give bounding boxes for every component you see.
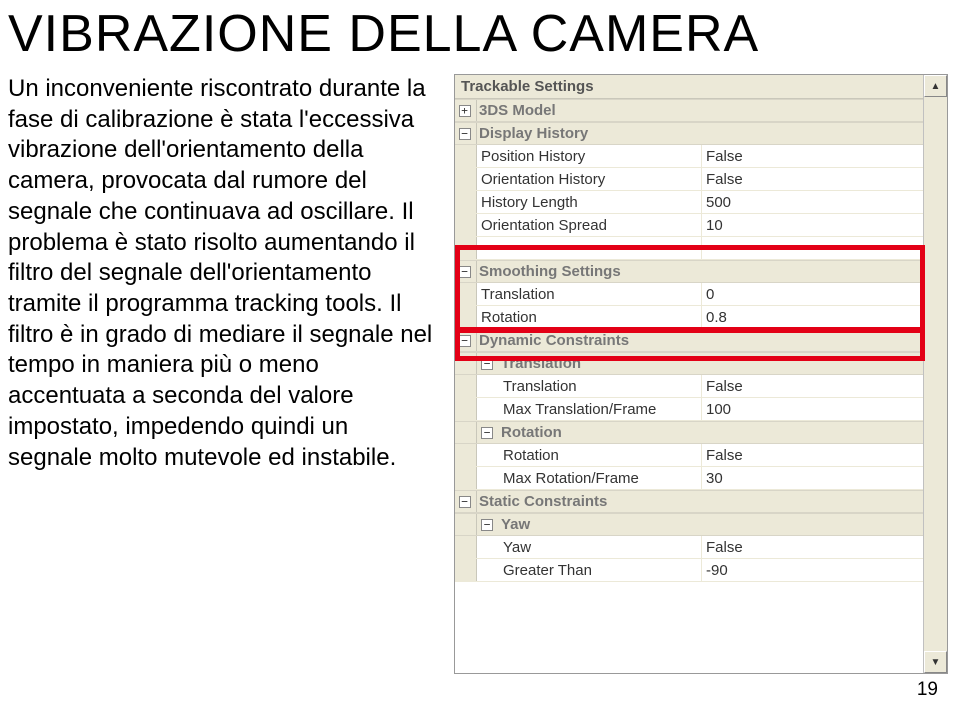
prop-greater-than[interactable]: Greater Than -90 <box>455 559 923 582</box>
category-3ds-model[interactable]: + 3DS Model <box>455 99 923 122</box>
prop-name: Orientation History <box>477 168 702 190</box>
prop-value[interactable]: -90 <box>702 559 923 581</box>
category-rotation[interactable]: − Rotation <box>455 421 923 444</box>
prop-max-rotation-frame[interactable]: Max Rotation/Frame 30 <box>455 467 923 490</box>
category-yaw[interactable]: − Yaw <box>455 513 923 536</box>
prop-name <box>477 237 702 259</box>
prop-value[interactable]: False <box>702 145 923 167</box>
prop-value[interactable]: 0.8 <box>702 306 923 328</box>
prop-name: Max Rotation/Frame <box>477 467 702 489</box>
scroll-down-icon[interactable]: ▼ <box>924 651 947 673</box>
prop-value <box>702 237 923 259</box>
property-grid: Trackable Settings + 3DS Model − Display… <box>454 74 948 674</box>
category-label: Dynamic Constraints <box>477 330 923 351</box>
category-display-history[interactable]: − Display History <box>455 122 923 145</box>
collapse-icon[interactable]: − <box>455 491 477 512</box>
prop-max-translation-frame[interactable]: Max Translation/Frame 100 <box>455 398 923 421</box>
prop-name: Greater Than <box>477 559 702 581</box>
page-number: 19 <box>917 679 938 701</box>
collapse-icon[interactable]: − <box>455 330 477 351</box>
prop-name: History Length <box>477 191 702 213</box>
page-title: VIBRAZIONE DELLA CAMERA <box>0 0 960 74</box>
grid-scroll-area: Trackable Settings + 3DS Model − Display… <box>455 75 923 673</box>
category-label: Yaw <box>499 514 923 535</box>
prop-history-length[interactable]: History Length 500 <box>455 191 923 214</box>
content-area: Un inconveniente riscontrato durante la … <box>0 74 960 674</box>
category-label: Static Constraints <box>477 491 923 512</box>
prop-value[interactable]: False <box>702 168 923 190</box>
prop-name: Position History <box>477 145 702 167</box>
prop-value[interactable]: False <box>702 536 923 558</box>
prop-name: Translation <box>477 375 702 397</box>
scroll-track[interactable] <box>924 97 947 651</box>
prop-value[interactable]: False <box>702 375 923 397</box>
prop-value[interactable]: 500 <box>702 191 923 213</box>
prop-yaw-flag[interactable]: Yaw False <box>455 536 923 559</box>
prop-blank <box>455 237 923 260</box>
collapse-icon[interactable]: − <box>455 123 477 144</box>
prop-value[interactable]: False <box>702 444 923 466</box>
property-panel: Trackable Settings + 3DS Model − Display… <box>448 74 948 674</box>
body-text: Un inconveniente riscontrato durante la … <box>8 74 448 674</box>
category-translation[interactable]: − Translation <box>455 352 923 375</box>
prop-value[interactable]: 30 <box>702 467 923 489</box>
collapse-icon[interactable]: − <box>477 422 499 443</box>
category-label: Display History <box>477 123 923 144</box>
grid-header: Trackable Settings <box>455 75 923 99</box>
prop-name: Rotation <box>477 444 702 466</box>
collapse-icon[interactable]: − <box>477 353 499 374</box>
prop-translation-flag[interactable]: Translation False <box>455 375 923 398</box>
scroll-up-icon[interactable]: ▲ <box>924 75 947 97</box>
prop-name: Translation <box>477 283 702 305</box>
category-smoothing-settings[interactable]: − Smoothing Settings <box>455 260 923 283</box>
category-label: Rotation <box>499 422 923 443</box>
category-label: Translation <box>499 353 923 374</box>
prop-value[interactable]: 100 <box>702 398 923 420</box>
prop-orientation-spread[interactable]: Orientation Spread 10 <box>455 214 923 237</box>
category-static-constraints[interactable]: − Static Constraints <box>455 490 923 513</box>
collapse-icon[interactable]: − <box>477 514 499 535</box>
prop-orientation-history[interactable]: Orientation History False <box>455 168 923 191</box>
prop-translation-smoothing[interactable]: Translation 0 <box>455 283 923 306</box>
prop-rotation-flag[interactable]: Rotation False <box>455 444 923 467</box>
prop-name: Rotation <box>477 306 702 328</box>
collapse-icon[interactable]: − <box>455 261 477 282</box>
vertical-scrollbar[interactable]: ▲ ▼ <box>923 75 947 673</box>
prop-value[interactable]: 0 <box>702 283 923 305</box>
prop-position-history[interactable]: Position History False <box>455 145 923 168</box>
category-label: 3DS Model <box>477 100 923 121</box>
category-label: Smoothing Settings <box>477 261 923 282</box>
prop-name: Orientation Spread <box>477 214 702 236</box>
expand-icon[interactable]: + <box>455 100 477 121</box>
prop-rotation-smoothing[interactable]: Rotation 0.8 <box>455 306 923 329</box>
category-dynamic-constraints[interactable]: − Dynamic Constraints <box>455 329 923 352</box>
prop-name: Yaw <box>477 536 702 558</box>
prop-value[interactable]: 10 <box>702 214 923 236</box>
prop-name: Max Translation/Frame <box>477 398 702 420</box>
